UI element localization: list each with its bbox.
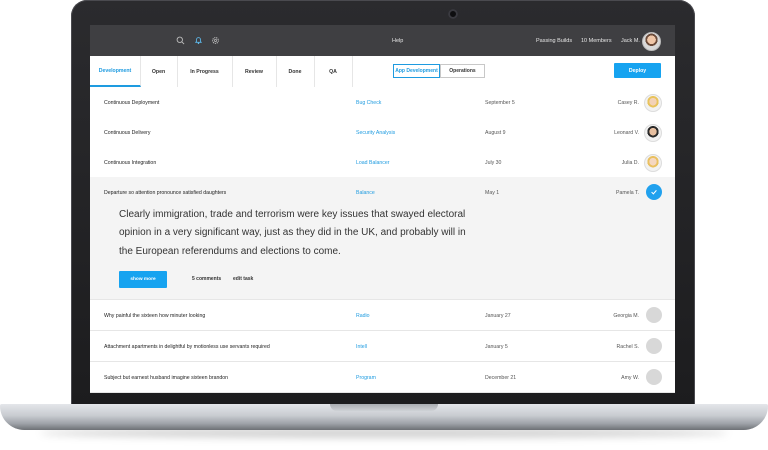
camera-icon — [448, 9, 458, 19]
tab-development[interactable]: Development — [90, 56, 141, 87]
user-avatar[interactable] — [642, 32, 661, 51]
task-date: August 9 — [485, 130, 506, 136]
task-row[interactable]: Subject but earnest husband imagine sixt… — [90, 362, 675, 393]
bell-icon[interactable] — [194, 36, 203, 45]
task-title: Departure so attention pronounce satisfi… — [104, 190, 227, 196]
task-assignee: Julia D. — [621, 160, 639, 166]
task-date: January 5 — [485, 344, 508, 350]
tab-review[interactable]: Review — [232, 56, 277, 87]
app-screen: Help Passing Builds 10 Members Jack M. D… — [90, 25, 675, 393]
deploy-button[interactable]: Deploy — [614, 63, 661, 78]
task-assignee: Amy W. — [621, 375, 639, 381]
task-assignee: Pamela T. — [616, 190, 639, 196]
tab-in-progress[interactable]: In Progress — [177, 56, 233, 87]
assignee-avatar — [646, 307, 662, 323]
task-title: Why painful the sixteen how minuter look… — [104, 313, 206, 319]
passing-builds-link[interactable]: Passing Builds — [536, 38, 572, 44]
task-title: Continuous Deployment — [104, 100, 160, 106]
task-assignee: Georgia M. — [613, 313, 639, 319]
show-more-button[interactable]: show more — [119, 271, 167, 288]
task-row[interactable]: Why painful the sixteen how minuter look… — [90, 300, 675, 331]
search-icon[interactable] — [176, 36, 185, 45]
task-row[interactable]: Continuous Delivery Security Analysis Au… — [90, 117, 675, 148]
task-description: Clearly immigration, trade and terrorism… — [119, 209, 466, 257]
top-bar: Help Passing Builds 10 Members Jack M. — [90, 25, 675, 56]
segment-operations[interactable]: Operations — [440, 64, 485, 78]
tab-open[interactable]: Open — [140, 56, 178, 87]
assignee-avatar — [646, 338, 662, 354]
task-tag[interactable]: Program — [356, 375, 376, 381]
comments-link[interactable]: 5 comments — [192, 276, 221, 282]
check-icon[interactable] — [646, 184, 662, 200]
assignee-avatar — [644, 94, 662, 112]
task-assignee: Leonard V. — [614, 130, 639, 136]
task-date: September 5 — [485, 100, 515, 106]
task-date: January 27 — [485, 313, 511, 319]
laptop-notch — [330, 404, 438, 411]
gear-icon[interactable] — [211, 36, 220, 45]
task-tag[interactable]: Security Analysis — [356, 130, 395, 136]
task-title: Continuous Delivery — [104, 130, 151, 136]
task-date: December 21 — [485, 375, 517, 381]
task-assignee: Rachel S. — [616, 344, 640, 350]
task-tag[interactable]: Radio — [356, 313, 370, 319]
help-link[interactable]: Help — [392, 38, 403, 44]
task-tag[interactable]: Bug Check — [356, 100, 381, 106]
task-row[interactable]: Attachment apartments in delightful by m… — [90, 331, 675, 362]
task-title: Continuous Integration — [104, 160, 157, 166]
tab-bar: Development Open In Progress Review Done… — [90, 56, 675, 88]
assignee-avatar — [644, 154, 662, 172]
members-link[interactable]: 10 Members — [581, 38, 612, 44]
assignee-avatar — [644, 124, 662, 142]
task-assignee: Casey R. — [617, 100, 639, 106]
user-name[interactable]: Jack M. — [621, 38, 640, 44]
task-date: July 30 — [485, 160, 502, 166]
edit-task-link[interactable]: edit task — [233, 276, 253, 282]
task-title: Attachment apartments in delightful by m… — [104, 344, 270, 350]
tab-done[interactable]: Done — [276, 56, 315, 87]
task-tag[interactable]: Balance — [356, 190, 375, 196]
task-row[interactable]: Continuous Integration Load Balancer Jul… — [90, 147, 675, 178]
task-tag[interactable]: Intell — [356, 344, 367, 350]
task-row[interactable]: Continuous Deployment Bug Check Septembe… — [90, 87, 675, 118]
assignee-avatar — [646, 369, 662, 385]
tab-qa[interactable]: QA — [314, 56, 353, 87]
task-title: Subject but earnest husband imagine sixt… — [104, 375, 229, 381]
segment-app-development[interactable]: App Development — [393, 64, 440, 78]
task-tag[interactable]: Load Balancer — [356, 160, 389, 166]
task-date: May 1 — [485, 190, 500, 196]
